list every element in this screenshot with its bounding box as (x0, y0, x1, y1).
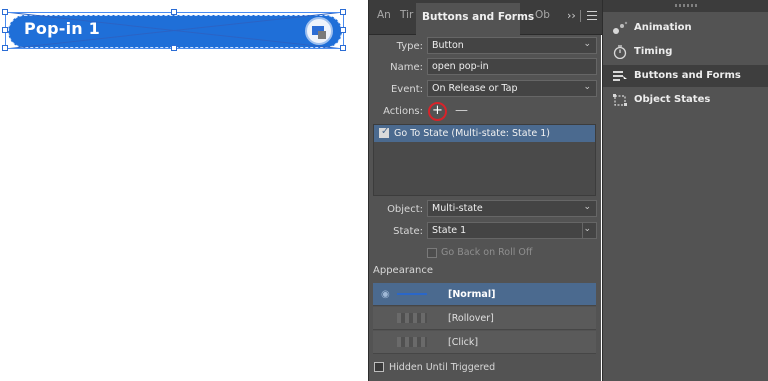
chevron-down-icon: ⌄ (583, 39, 591, 49)
appearance-row-click[interactable]: [Click] (373, 331, 596, 354)
state-select[interactable]: State 1 ⌄ (427, 222, 597, 239)
hidden-until-triggered-label: Hidden Until Triggered (389, 362, 496, 373)
chevron-down-icon: ⌄ (583, 224, 591, 234)
tab-divider (580, 10, 581, 22)
grip-icon[interactable] (675, 4, 697, 7)
popin-label: Pop-in 1 (24, 19, 100, 38)
event-value: On Release or Tap (432, 83, 518, 94)
eye-icon[interactable]: ◉ (381, 289, 390, 300)
type-label: Type: (396, 41, 423, 52)
document-canvas[interactable]: Pop-in 1 (0, 0, 368, 381)
name-label: Name: (390, 62, 423, 73)
object-label: Object: (387, 204, 423, 215)
action-text: Go To State (Multi-state: State 1) (394, 128, 550, 139)
appearance-thumbnail (397, 293, 427, 295)
dock-item-object-states[interactable]: Object States (603, 89, 768, 111)
appearance-row-rollover[interactable]: [Rollover] (373, 307, 596, 330)
chevron-down-icon: ⌄ (583, 82, 591, 92)
resize-handle[interactable] (2, 27, 8, 33)
tab-timing[interactable]: Tir (400, 9, 413, 21)
panel-menu-icon[interactable] (587, 11, 597, 20)
resize-handle[interactable] (340, 45, 346, 51)
event-label: Event: (390, 84, 423, 95)
panel-dock: Animation Timing Buttons and Forms Objec… (602, 0, 768, 381)
timer-icon (612, 45, 628, 60)
go-back-label: Go Back on Roll Off (441, 247, 533, 258)
appearance-thumbnail (397, 313, 427, 323)
appearance-label: [Normal] (448, 289, 496, 300)
add-action-button[interactable]: + (428, 102, 447, 121)
appearance-label: [Rollover] (448, 313, 494, 324)
resize-handle[interactable] (171, 45, 177, 51)
object-value: Multi-state (432, 203, 483, 214)
dock-item-buttons-and-forms[interactable]: Buttons and Forms (603, 65, 768, 87)
dock-item-label: Timing (634, 46, 673, 57)
chevron-down-icon: ⌄ (583, 202, 591, 212)
dock-item-label: Animation (634, 22, 692, 33)
state-label: State: (393, 226, 423, 237)
overflow-tabs-icon[interactable]: ›› (567, 9, 576, 22)
name-value: open pop-in (432, 61, 489, 72)
resize-handle[interactable] (2, 9, 8, 15)
indesign-window: Pop-in 1 An Tir Buttons and Forms Ob ›› … (0, 0, 768, 381)
dock-item-label: Object States (634, 94, 711, 105)
resize-handle[interactable] (171, 9, 177, 15)
list-item[interactable]: Go To State (Multi-state: State 1) (374, 125, 595, 142)
appearance-thumbnail (397, 337, 427, 347)
buttons-forms-icon (612, 69, 628, 83)
dock-item-timing[interactable]: Timing (603, 41, 768, 63)
resize-handle[interactable] (340, 9, 346, 15)
type-select[interactable]: Button ⌄ (427, 37, 597, 54)
state-value: State 1 (432, 225, 467, 236)
actions-list[interactable]: Go To State (Multi-state: State 1) (373, 124, 596, 196)
actions-label: Actions: (383, 106, 423, 117)
object-select[interactable]: Multi-state ⌄ (427, 200, 597, 217)
panel-tabbar: An Tir Buttons and Forms Ob ›› (369, 0, 602, 35)
appearance-row-normal[interactable]: ◉ [Normal] (373, 283, 596, 306)
button-state-icon (305, 17, 333, 45)
action-checkbox[interactable] (379, 126, 389, 138)
buttons-and-forms-panel: An Tir Buttons and Forms Ob ›› Type: But… (368, 0, 602, 381)
go-back-checkbox[interactable] (427, 248, 437, 258)
hidden-until-triggered-checkbox[interactable] (374, 362, 384, 372)
type-value: Button (432, 40, 464, 51)
object-states-icon (612, 93, 628, 107)
dock-header[interactable] (603, 0, 768, 12)
appearance-title: Appearance (373, 265, 434, 276)
appearance-label: [Click] (448, 337, 479, 348)
resize-handle[interactable] (2, 45, 8, 51)
dock-item-label: Buttons and Forms (634, 70, 741, 81)
name-field[interactable]: open pop-in (427, 58, 597, 75)
remove-action-button[interactable]: — (455, 103, 468, 118)
resize-handle[interactable] (340, 27, 346, 33)
tab-animation[interactable]: An (377, 9, 391, 21)
tab-object-states[interactable]: Ob (535, 9, 550, 21)
dock-item-animation[interactable]: Animation (603, 17, 768, 39)
event-select[interactable]: On Release or Tap ⌄ (427, 80, 597, 97)
tab-buttons-and-forms-label: Buttons and Forms (422, 11, 535, 23)
animation-icon (612, 21, 628, 35)
